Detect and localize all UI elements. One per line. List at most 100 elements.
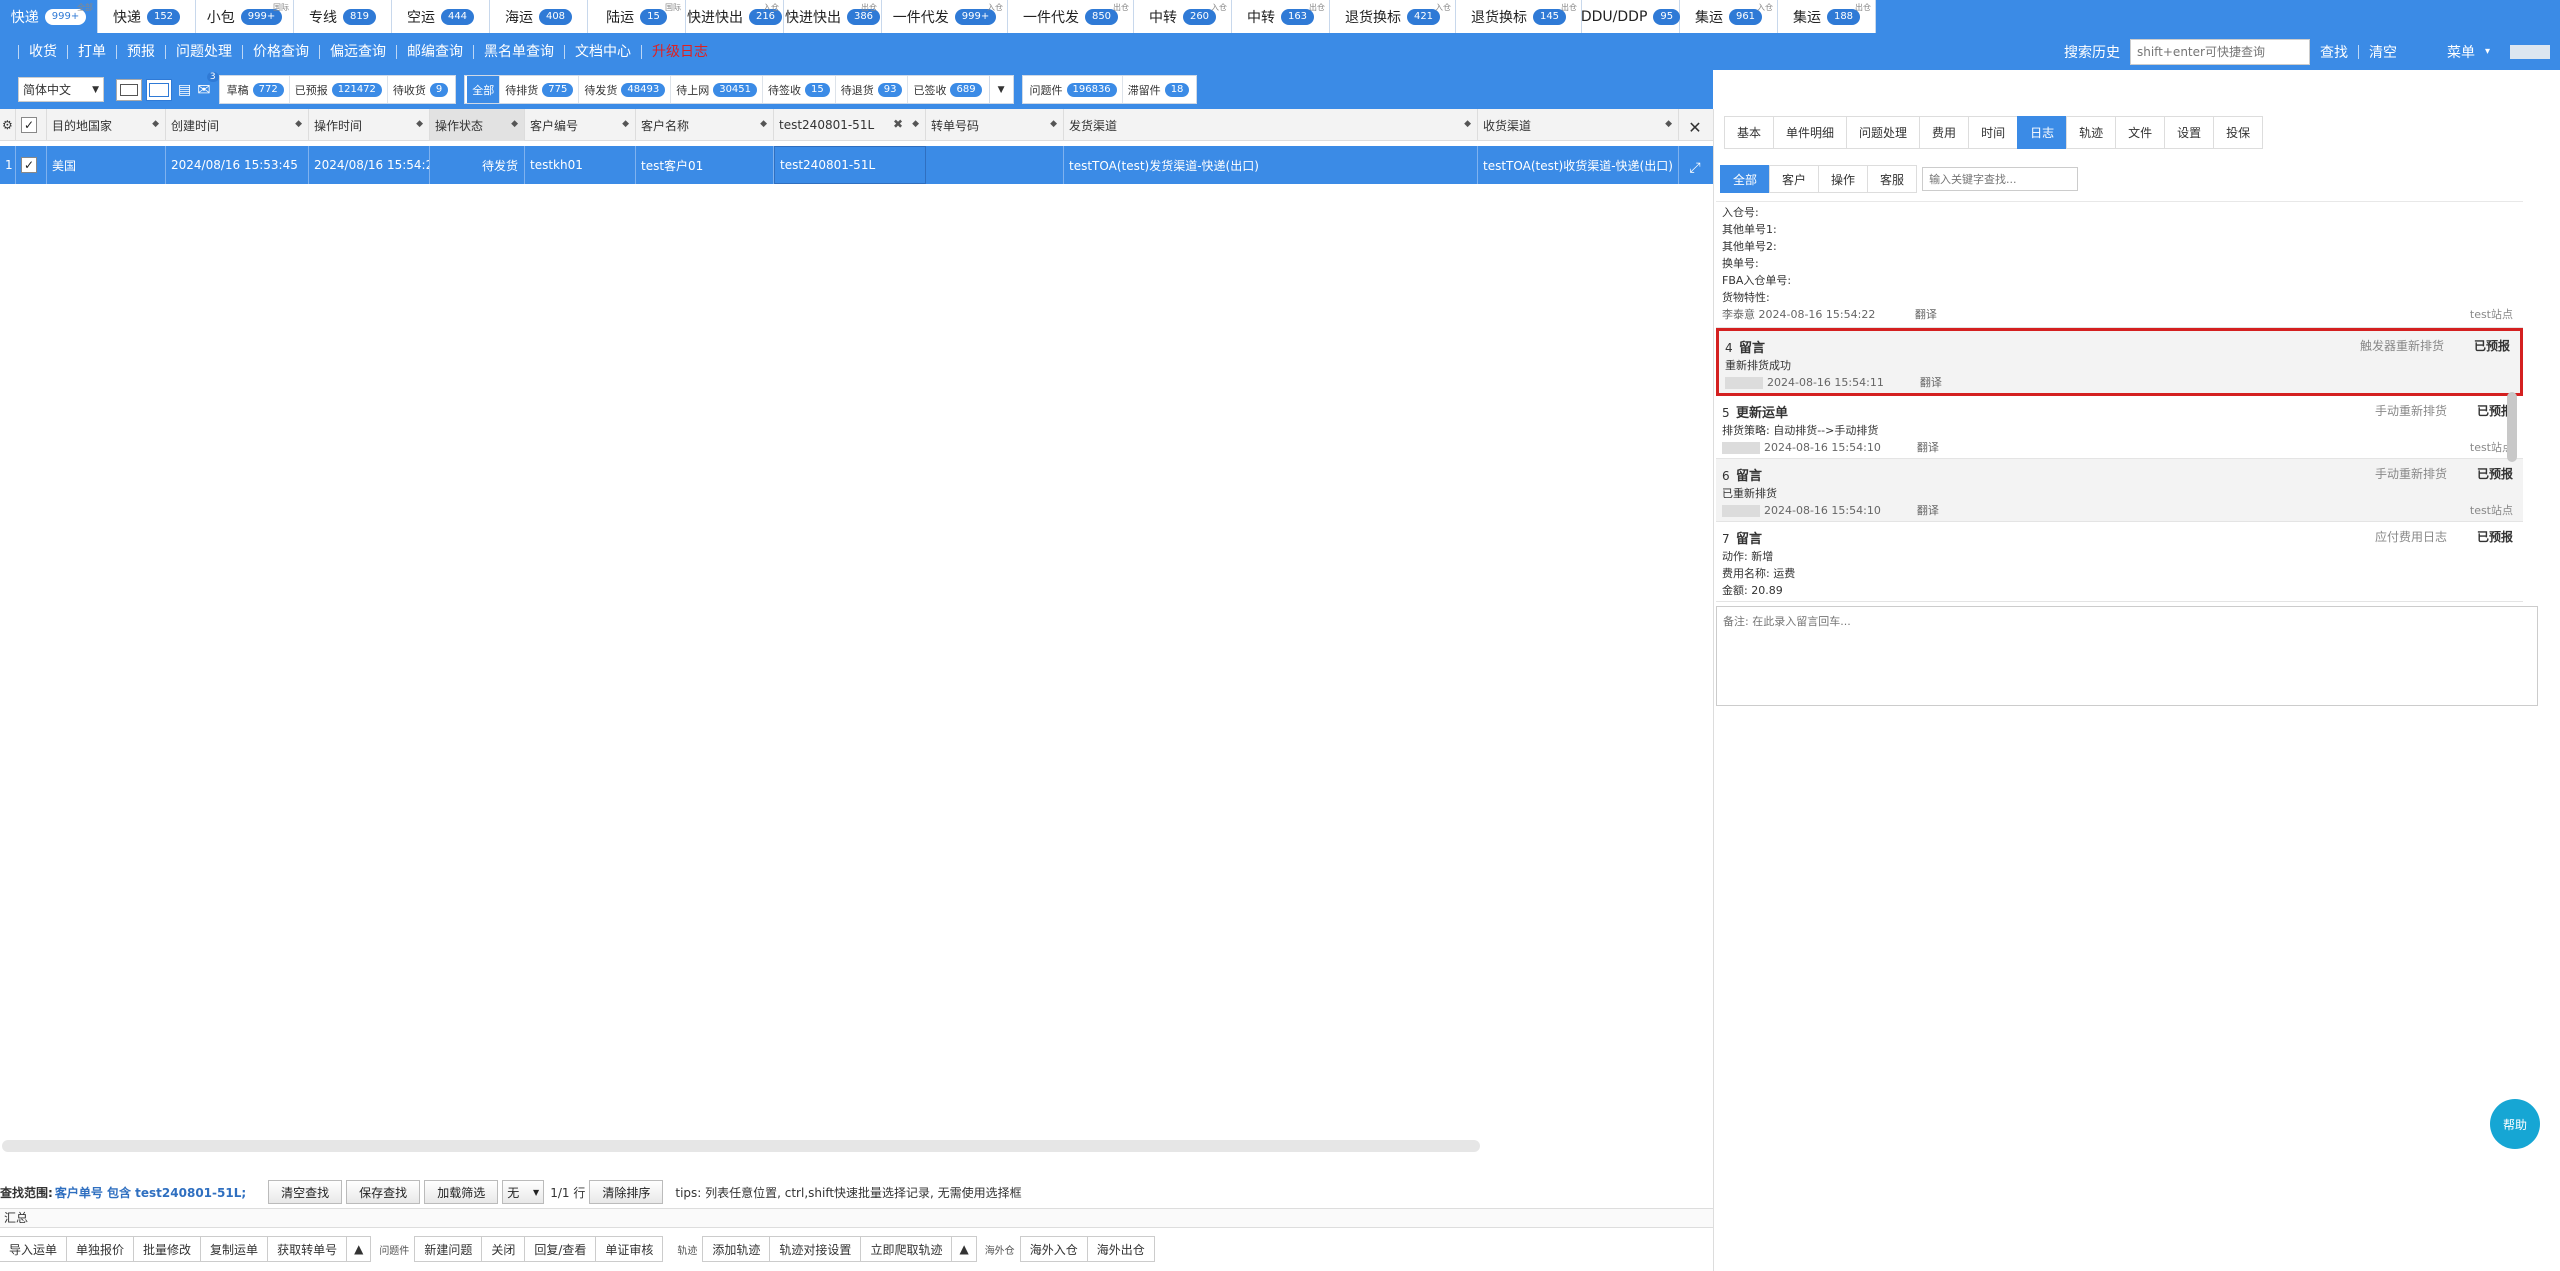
search-history-link[interactable]: 搜索历史 [2064,42,2120,62]
action-button[interactable]: 获取转单号 [267,1236,348,1262]
module-tab[interactable]: 快递 999+ 全部 [0,0,98,33]
status-filter[interactable]: 待收货 9 [388,76,453,103]
action-button[interactable]: 新建问题 [414,1236,483,1262]
column-header[interactable]: 客户编号 ◆ [525,109,636,141]
row-checkbox[interactable]: ✓ [16,146,47,184]
translate-link[interactable]: 翻译 [1915,308,1937,321]
menu-item[interactable]: 升级日志 [641,44,718,59]
action-button[interactable]: 立即爬取轨迹 [860,1236,953,1262]
chevron-up-icon[interactable]: ▲ [346,1236,372,1262]
menu-item[interactable]: 收货 [18,44,67,59]
module-tab[interactable]: 集运 188 出仓 [1778,0,1876,33]
module-tab[interactable]: 小包 999+ 国际 [196,0,294,33]
help-button[interactable]: 帮助 [2490,1099,2540,1149]
tab-5[interactable]: 日志 [2017,116,2068,149]
action-button[interactable]: 单独报价 [66,1236,135,1262]
avatar[interactable] [2510,44,2550,59]
tab-9[interactable]: 投保 [2213,116,2264,149]
menu-button[interactable]: 菜单 [2447,42,2475,62]
layout-single-icon[interactable] [116,78,142,101]
log-filter[interactable]: 全部 [1720,165,1771,193]
module-tab[interactable]: 退货换标 145 出仓 [1456,0,1582,33]
module-tab[interactable]: 中转 163 出仓 [1232,0,1330,33]
log-filter[interactable]: 客户 [1769,165,1820,193]
menu-item[interactable]: 预报 [116,44,165,59]
status-filter[interactable]: 待退货 93 [836,76,909,103]
module-tab[interactable]: 中转 260 入仓 [1134,0,1232,33]
translate-link[interactable]: 翻译 [1917,441,1939,454]
action-button[interactable]: 关闭 [481,1236,526,1262]
column-header[interactable]: 客户名称 ◆ [636,109,774,141]
menu-item[interactable]: 黑名单查询 [473,44,564,59]
note-input[interactable] [1716,606,2538,706]
status-filter[interactable]: 待排货 775 [500,76,580,103]
module-tab[interactable]: 空运 444 [392,0,490,33]
sort-icon[interactable]: ◆ [760,119,767,129]
action-button[interactable]: 单证审核 [595,1236,664,1262]
status-filter[interactable]: 滞留件 18 [1123,76,1195,103]
module-tab[interactable]: DDU/DDP 95 [1581,0,1681,33]
sort-icon[interactable]: ◆ [295,119,302,129]
clear-button[interactable]: 清空 [2369,42,2397,62]
action-button[interactable]: 海外出仓 [1086,1236,1155,1262]
sort-icon[interactable]: ◆ [511,119,518,129]
sort-icon[interactable]: ◆ [1464,119,1471,129]
status-filter[interactable]: 待签收 15 [763,76,836,103]
log-filter[interactable]: 客服 [1867,165,1918,193]
log-filter[interactable]: 操作 [1818,165,1869,193]
tab-0[interactable]: 基本 [1724,116,1775,149]
menu-item[interactable]: 文档中心 [564,44,641,59]
column-header[interactable]: 操作状态 ◆ [430,109,525,141]
table-row[interactable]: 1 ✓ 美国 2024/08/16 15:53:45 2024/08/16 15… [0,146,1713,184]
menu-item[interactable]: 偏远查询 [319,44,396,59]
status-filter[interactable]: 待发货 48493 [579,76,672,103]
action-button[interactable]: 批量修改 [133,1236,202,1262]
module-tab[interactable]: 一件代发 999+ 入仓 [882,0,1008,33]
filter-all[interactable]: 全部 [467,76,501,103]
sort-icon[interactable]: ◆ [416,119,423,129]
column-header[interactable]: 目的地国家 ◆ [47,109,166,141]
chevron-down-icon[interactable]: ▾ [2485,46,2490,57]
sort-icon[interactable]: ◆ [1665,119,1672,129]
module-tab[interactable]: 集运 961 入仓 [1680,0,1778,33]
tab-8[interactable]: 设置 [2164,116,2215,149]
column-header[interactable]: 转单号码 ◆ [926,109,1064,141]
horizontal-scrollbar[interactable] [2,1140,1480,1152]
module-tab[interactable]: 退货换标 421 入仓 [1330,0,1456,33]
gear-icon[interactable]: ⚙ [0,109,16,141]
keyword-search-input[interactable] [1922,167,2079,191]
tab-3[interactable]: 费用 [1919,116,1970,149]
module-tab[interactable]: 一件代发 850 出仓 [1008,0,1134,33]
close-icon[interactable]: ✖ [893,117,903,131]
tab-4[interactable]: 时间 [1968,116,2019,149]
menu-item[interactable]: 问题处理 [165,44,242,59]
tab-6[interactable]: 轨迹 [2066,116,2117,149]
module-tab[interactable]: 专线 819 [294,0,392,33]
module-tab[interactable]: 快进快出 216 入仓 [686,0,784,33]
action-button[interactable]: 导入运单 [0,1236,68,1262]
quick-search-input[interactable] [2129,38,2310,65]
status-filter[interactable]: 草稿 772 [222,76,290,103]
log-scrollbar[interactable] [2507,392,2517,462]
sort-icon[interactable]: ◆ [622,119,629,129]
sort-icon[interactable]: ◆ [912,119,919,129]
column-header[interactable]: 发货渠道 ◆ [1064,109,1478,141]
module-tab[interactable]: 快进快出 386 出仓 [784,0,882,33]
mail-icon[interactable]: ✉ 3 [197,72,219,99]
status-filter[interactable]: 已签收 689 [908,76,986,103]
action-button[interactable]: 复制运单 [200,1236,269,1262]
column-header[interactable]: 创建时间 ◆ [166,109,309,141]
action-button[interactable]: 海外入仓 [1019,1236,1088,1262]
module-tab[interactable]: 陆运 15 国际 [588,0,686,33]
status-filter[interactable]: 问题件 196836 [1025,76,1123,103]
module-tab[interactable]: 快递 152 [98,0,196,33]
tab-1[interactable]: 单件明细 [1773,116,1848,149]
search-button[interactable]: 查找 [2320,42,2348,62]
clear-search-button[interactable]: 清空查找 [268,1180,343,1204]
document-icon[interactable]: ▤ [178,82,191,98]
column-header[interactable]: test240801-51L ✖ ◆ [774,109,926,141]
tab-2[interactable]: 问题处理 [1846,116,1921,149]
saved-filter-select[interactable]: 无 ▼ [502,1180,545,1204]
translate-link[interactable]: 翻译 [1917,504,1939,517]
language-select[interactable]: 简体中文 ▼ [18,77,104,102]
